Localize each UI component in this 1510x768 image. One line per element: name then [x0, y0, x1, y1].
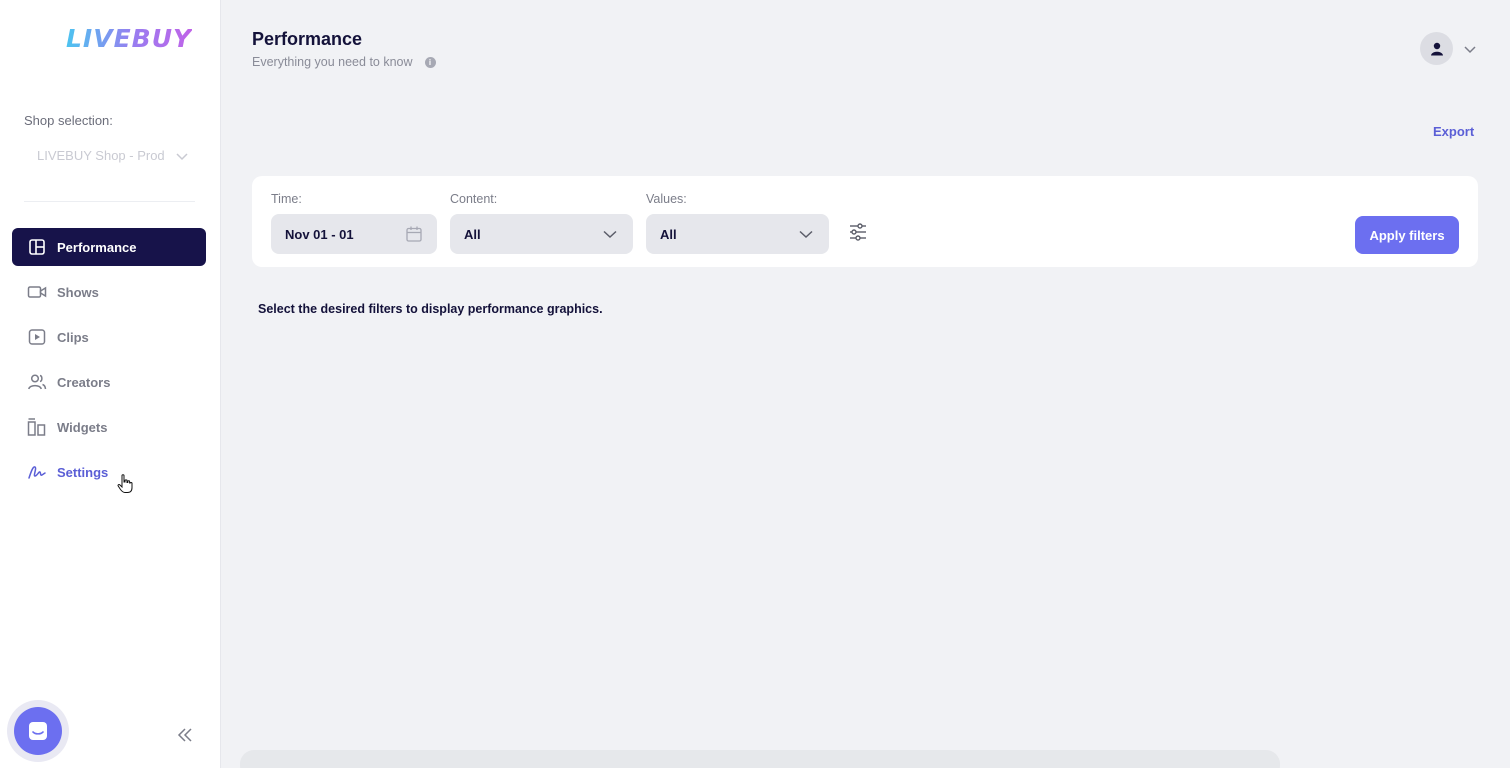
sidebar-item-label: Widgets: [57, 419, 108, 435]
play-icon: [27, 327, 47, 347]
chevron-down-icon: [799, 230, 813, 239]
sidebar-nav: Performance Shows Clips Creators Widgets: [12, 228, 206, 498]
pointer-cursor-icon: [117, 474, 133, 493]
sidebar-divider: [24, 201, 195, 202]
sidebar-item-performance[interactable]: Performance: [12, 228, 206, 266]
sidebar-item-clips[interactable]: Clips: [12, 318, 206, 356]
layout-icon: [27, 237, 47, 257]
sliders-icon[interactable]: [848, 222, 868, 242]
widgets-icon: [27, 417, 47, 437]
sidebar-item-settings[interactable]: Settings: [12, 453, 206, 491]
page-subtitle: Everything you need to know i: [252, 55, 436, 69]
values-select[interactable]: All: [646, 214, 829, 254]
sidebar-item-creators[interactable]: Creators: [12, 363, 206, 401]
user-icon: [1430, 42, 1443, 55]
users-icon: [27, 372, 47, 392]
time-label: Time:: [271, 192, 302, 206]
calendar-icon: [406, 226, 422, 242]
sidebar: LIVEBUY Shop selection: LIVEBUY Shop - P…: [0, 0, 221, 768]
sidebar-item-label: Performance: [57, 239, 137, 255]
export-button[interactable]: Export: [1433, 124, 1474, 139]
chat-icon: [14, 707, 62, 755]
livebuy-logo[interactable]: LIVEBUY: [66, 24, 192, 53]
video-icon: [27, 282, 47, 302]
shop-select-dropdown[interactable]: LIVEBUY Shop - Prod: [37, 148, 189, 163]
collapse-sidebar-icon[interactable]: [176, 726, 194, 744]
bottom-panel-edge: [240, 750, 1280, 768]
avatar[interactable]: [1420, 32, 1453, 65]
content-select[interactable]: All: [450, 214, 633, 254]
user-menu[interactable]: [1420, 32, 1477, 65]
content-label: Content:: [450, 192, 498, 206]
sidebar-item-label: Clips: [57, 329, 89, 345]
sidebar-item-label: Shows: [57, 284, 99, 300]
page-title: Performance: [252, 29, 363, 49]
shop-select-value: LIVEBUY Shop - Prod: [37, 148, 165, 163]
shop-selection-label: Shop selection:: [24, 113, 113, 128]
values-select-value: All: [660, 226, 677, 242]
content-select-value: All: [464, 226, 481, 242]
sidebar-item-shows[interactable]: Shows: [12, 273, 206, 311]
chevron-down-icon: [603, 230, 617, 239]
sidebar-item-label: Creators: [57, 374, 111, 390]
sidebar-item-widgets[interactable]: Widgets: [12, 408, 206, 446]
date-range-value: Nov 01 - 01: [285, 226, 354, 242]
info-icon[interactable]: i: [424, 56, 436, 68]
values-label: Values:: [646, 192, 687, 206]
empty-state-message: Select the desired filters to display pe…: [258, 302, 603, 316]
date-range-picker[interactable]: Nov 01 - 01: [271, 214, 437, 254]
support-chat-button[interactable]: [7, 700, 69, 762]
sidebar-item-label: Settings: [57, 464, 109, 480]
chevron-down-icon[interactable]: [1463, 42, 1477, 56]
signature-icon: [27, 462, 47, 482]
apply-filters-button[interactable]: Apply filters: [1355, 216, 1459, 254]
filter-card: Time: Nov 01 - 01 Content: All Values: A…: [252, 176, 1478, 267]
chevron-down-icon: [176, 152, 188, 160]
page-subtitle-text: Everything you need to know: [252, 55, 413, 69]
